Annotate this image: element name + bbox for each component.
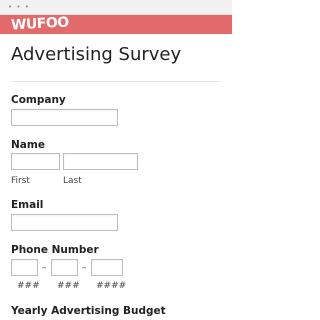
first-name-sublabel: First bbox=[11, 176, 30, 186]
phone-prefix-hint: ### bbox=[57, 281, 80, 291]
phone-separator: – bbox=[42, 263, 47, 273]
last-name-input[interactable] bbox=[63, 153, 138, 170]
first-name-input[interactable] bbox=[11, 153, 60, 170]
phone-line-hint: #### bbox=[96, 281, 127, 291]
budget-label: Yearly Advertising Budget bbox=[11, 305, 166, 317]
form-title: Advertising Survey bbox=[11, 44, 182, 65]
brand-header: WUFOO bbox=[0, 15, 232, 34]
phone-area-hint: ### bbox=[17, 281, 40, 291]
phone-separator: – bbox=[82, 263, 87, 273]
name-label: Name bbox=[11, 139, 45, 151]
last-name-sublabel: Last bbox=[63, 176, 82, 186]
phone-prefix-input[interactable] bbox=[51, 259, 78, 276]
title-divider bbox=[11, 81, 221, 82]
email-input[interactable] bbox=[11, 214, 118, 231]
phone-line-input[interactable] bbox=[91, 259, 123, 276]
wufoo-logo: WUFOO bbox=[10, 14, 70, 34]
company-input[interactable] bbox=[11, 109, 118, 126]
window-titlebar: • • • bbox=[0, 0, 232, 15]
email-label: Email bbox=[11, 199, 44, 211]
phone-label: Phone Number bbox=[11, 244, 99, 256]
window-controls-icon[interactable]: • • • bbox=[8, 3, 30, 11]
company-label: Company bbox=[11, 94, 66, 106]
phone-area-input[interactable] bbox=[11, 259, 38, 276]
